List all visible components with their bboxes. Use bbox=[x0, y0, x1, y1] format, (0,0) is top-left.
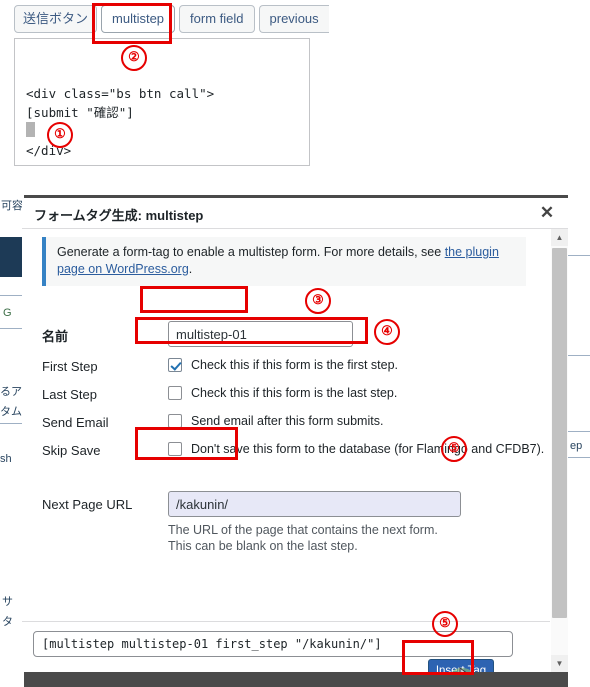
last-step-label: Last Step bbox=[42, 387, 97, 402]
background-fragment: るア bbox=[0, 386, 22, 398]
background-fragment: タ bbox=[2, 616, 13, 628]
insert-tag-button[interactable]: Insert Tag bbox=[428, 659, 494, 672]
background-divider bbox=[568, 457, 590, 458]
background-fragment: タム bbox=[0, 406, 22, 418]
background-fragment: sh bbox=[0, 453, 12, 465]
background-divider bbox=[568, 355, 590, 356]
background-divider bbox=[0, 328, 24, 329]
background-dark-bar bbox=[0, 237, 24, 277]
dialog-title-main: フォームタグ生成 bbox=[34, 208, 138, 223]
name-input[interactable] bbox=[168, 321, 353, 347]
tab-soushin-button[interactable]: 送信ボタン bbox=[14, 5, 98, 33]
background-divider bbox=[568, 255, 590, 256]
send-email-checkbox-text: Send email after this form submits. bbox=[191, 414, 384, 428]
send-email-checkbox-line[interactable]: Send email after this form submits. bbox=[168, 414, 383, 428]
background-left-column: 可容 G るア タム sh サ タ bbox=[0, 195, 24, 687]
background-divider bbox=[0, 295, 24, 296]
skip-save-checkbox-text: Don't save this form to the database (fo… bbox=[191, 442, 545, 456]
scrollbar-thumb[interactable] bbox=[552, 248, 567, 618]
field-row-skip-save: Skip Save Don't save this form to the da… bbox=[42, 441, 544, 461]
background-fragment: サ bbox=[2, 596, 13, 608]
skip-save-checkbox[interactable] bbox=[168, 442, 182, 456]
dialog-footer: Insert Tag bbox=[22, 621, 568, 672]
last-step-checkbox[interactable] bbox=[168, 386, 182, 400]
dialog-title-subject: multistep bbox=[145, 208, 204, 223]
skip-save-label: Skip Save bbox=[42, 443, 101, 458]
field-row-first-step: First Step Check this if this form is th… bbox=[42, 357, 542, 377]
send-email-checkbox[interactable] bbox=[168, 414, 182, 428]
field-row-send-email: Send Email Send email after this form su… bbox=[42, 413, 542, 433]
background-right-column: ep bbox=[568, 195, 590, 687]
dialog-body: Generate a form-tag to enable a multiste… bbox=[22, 229, 568, 621]
dialog-titlebar: フォームタグ生成: multistep ✕ bbox=[22, 198, 568, 229]
first-step-checkbox-line[interactable]: Check this if this form is the first ste… bbox=[168, 358, 398, 372]
text-cursor-block bbox=[26, 122, 35, 137]
background-fragment: G bbox=[3, 307, 12, 319]
name-label: 名前 bbox=[42, 329, 69, 344]
last-step-checkbox-text: Check this if this form is the last step… bbox=[191, 386, 398, 400]
last-step-checkbox-line[interactable]: Check this if this form is the last step… bbox=[168, 386, 397, 400]
info-text-after: . bbox=[188, 262, 193, 276]
generated-tag-output[interactable] bbox=[33, 631, 513, 657]
dialog-scrollbar[interactable]: ▲ ▼ bbox=[550, 229, 568, 672]
background-divider bbox=[0, 423, 24, 424]
field-row-next-page-url: Next Page URL The URL of the page that c… bbox=[42, 491, 542, 561]
first-step-checkbox[interactable] bbox=[168, 358, 182, 372]
first-step-label: First Step bbox=[42, 359, 98, 374]
tab-form-field[interactable]: form field bbox=[179, 5, 255, 33]
background-fragment: ep bbox=[570, 440, 583, 452]
close-icon[interactable]: ✕ bbox=[536, 202, 558, 224]
scroll-down-icon[interactable]: ▼ bbox=[551, 655, 568, 672]
form-editor-panel: 送信ボタン multistep form field previous <div… bbox=[0, 0, 590, 195]
background-fragment: 可容 bbox=[1, 200, 23, 212]
info-description: Generate a form-tag to enable a multiste… bbox=[42, 237, 526, 286]
next-page-url-input[interactable] bbox=[168, 491, 461, 517]
form-tag-generator-dialog: フォームタグ生成: multistep ✕ Generate a form-ta… bbox=[22, 198, 568, 672]
scroll-up-icon[interactable]: ▲ bbox=[551, 229, 568, 246]
info-text-before: Generate a form-tag to enable a multiste… bbox=[57, 245, 445, 259]
next-page-url-help: The URL of the page that contains the ne… bbox=[168, 523, 438, 553]
dialog-title: フォームタグ生成: multistep bbox=[34, 205, 203, 224]
background-divider bbox=[568, 431, 590, 432]
dialog-title-separator: : bbox=[137, 208, 146, 223]
tag-generator-tabs: 送信ボタン multistep form field previous bbox=[14, 5, 329, 33]
field-row-last-step: Last Step Check this if this form is the… bbox=[42, 385, 542, 405]
panel-left-spacer bbox=[0, 168, 30, 198]
field-row-name: 名前 bbox=[42, 321, 542, 349]
next-page-url-label: Next Page URL bbox=[42, 497, 133, 512]
tab-multistep[interactable]: multistep bbox=[101, 5, 176, 33]
skip-save-checkbox-line[interactable]: Don't save this form to the database (fo… bbox=[168, 442, 544, 456]
form-code-content: <div class="bs btn call"> [submit "確認"] … bbox=[26, 86, 215, 158]
tab-previous[interactable]: previous bbox=[258, 5, 329, 33]
send-email-label: Send Email bbox=[42, 415, 109, 430]
first-step-checkbox-text: Check this if this form is the first ste… bbox=[191, 358, 399, 372]
